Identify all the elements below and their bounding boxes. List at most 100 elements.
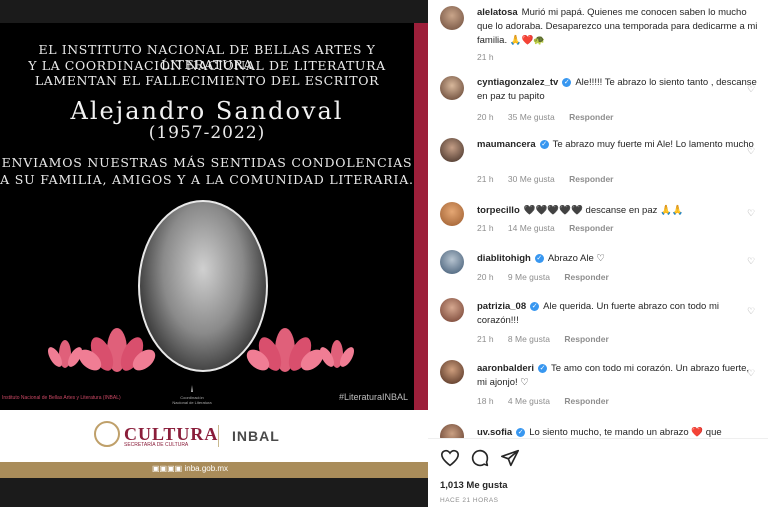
- comment-likes[interactable]: 30 Me gusta: [508, 174, 555, 184]
- reply-button[interactable]: Responder: [569, 223, 613, 233]
- post-hashtag: #LiteraturaINBAL: [338, 392, 408, 402]
- verified-badge-icon: ✓: [530, 301, 540, 311]
- comment-time[interactable]: 21 h: [477, 334, 494, 344]
- avatar[interactable]: [440, 6, 464, 30]
- comment-item: uv.sofia ✓ Lo siento mucho, te mando un ab…: [428, 424, 768, 438]
- like-comment-icon[interactable]: ♡: [747, 208, 756, 218]
- avatar[interactable]: [440, 202, 464, 226]
- comment-username[interactable]: aaronbalderi: [477, 363, 534, 374]
- like-comment-icon[interactable]: ♡: [747, 84, 756, 94]
- comment-item: maumancera ✓ Te abrazo muy fuerte mi Ale! …: [428, 138, 768, 188]
- comment-text-block: diablitohigh ✓ Abrazo Ale ♡: [477, 252, 761, 266]
- like-heart-icon[interactable]: [440, 449, 460, 467]
- cultura-subtitle: SECRETARÍA DE CULTURA: [124, 442, 189, 448]
- comment-username[interactable]: cyntiagonzalez_tv: [477, 77, 558, 88]
- comment-time[interactable]: 18 h: [477, 396, 494, 406]
- share-send-icon[interactable]: [500, 449, 520, 467]
- coordination-logo-text: Coordinación Nacional de Literatura: [172, 395, 212, 405]
- comment-likes[interactable]: 8 Me gusta: [508, 334, 550, 344]
- comment-username[interactable]: uv.sofia: [477, 427, 512, 438]
- comment-username[interactable]: alelatosa: [477, 7, 518, 18]
- deceased-name: Alejandro Sandoval: [70, 97, 344, 125]
- comment-time[interactable]: 20 h: [477, 272, 494, 282]
- comment-likes[interactable]: 14 Me gusta: [508, 223, 555, 233]
- condolence-line-1: Enviamos nuestras más sentidas condolenc…: [1, 155, 413, 170]
- avatar[interactable]: [440, 298, 464, 322]
- comment-meta: 20 h 35 Me gusta Responder: [477, 112, 625, 122]
- comment-username[interactable]: patrizia_08: [477, 301, 526, 312]
- like-comment-icon[interactable]: ♡: [747, 146, 756, 156]
- post-top-bar: [0, 0, 428, 23]
- comment-username[interactable]: diablitohigh: [477, 253, 531, 264]
- comment-meta: 18 h 4 Me gusta Responder: [477, 396, 621, 406]
- comment-meta: 20 h 9 Me gusta Responder: [477, 272, 621, 282]
- comment-likes[interactable]: 35 Me gusta: [508, 112, 555, 122]
- lotus-right-small-icon: [320, 340, 354, 368]
- comment-text-block: maumancera ✓ Te abrazo muy fuerte mi Ale! …: [477, 138, 761, 152]
- comment-body: Abrazo Ale ♡: [547, 253, 605, 264]
- reply-button[interactable]: Responder: [564, 334, 608, 344]
- avatar[interactable]: [440, 138, 464, 162]
- reply-button[interactable]: Responder: [564, 272, 608, 282]
- comment-time[interactable]: 21 h: [477, 174, 494, 184]
- logo-divider: [218, 425, 219, 447]
- verified-badge-icon: ✓: [534, 253, 544, 263]
- post-bottom-bar: [0, 478, 428, 507]
- comment-bubble-icon[interactable]: [470, 449, 490, 467]
- avatar[interactable]: [440, 76, 464, 100]
- comment-text-block: torpecillo 🖤🖤🖤🖤🖤 descanse en paz 🙏🙏: [477, 204, 761, 218]
- comment-username[interactable]: maumancera: [477, 139, 536, 150]
- comment-item: diablitohigh ✓ Abrazo Ale ♡ 20 h 9 Me gust…: [428, 250, 768, 290]
- avatar[interactable]: [440, 250, 464, 274]
- comment-meta: 21 h: [477, 52, 506, 62]
- comment-item: patrizia_08 ✓ Ale querida. Un fuerte abraz…: [428, 298, 768, 350]
- like-comment-icon[interactable]: ♡: [747, 306, 756, 316]
- comment-likes[interactable]: 4 Me gusta: [508, 396, 550, 406]
- verified-badge-icon: ✓: [516, 427, 526, 437]
- comment-body: Murió mi papá. Quienes me conocen saben …: [477, 7, 758, 46]
- like-comment-icon[interactable]: ♡: [747, 368, 756, 378]
- avatar[interactable]: [440, 360, 464, 384]
- comment-username[interactable]: torpecillo: [477, 205, 520, 216]
- comment-body: Lo siento mucho, te mando un abrazo ❤️ q…: [529, 427, 722, 438]
- comment-text-block: cyntiagonzalez_tv ✓ Ale!!!!! Te abrazo lo …: [477, 76, 761, 104]
- comment-item: cyntiagonzalez_tv ✓ Ale!!!!! Te abrazo lo …: [428, 76, 768, 126]
- website-url: inba.gob.mx: [184, 464, 229, 473]
- reply-button[interactable]: Responder: [569, 174, 613, 184]
- verified-badge-icon: ✓: [562, 77, 572, 87]
- comment-meta: 21 h 14 Me gusta Responder: [477, 223, 625, 233]
- comment-text-block: uv.sofia ✓ Lo siento mucho, te mando un ab…: [477, 426, 761, 438]
- post-header-line-3: lamentan el fallecimiento del escritor: [34, 73, 380, 88]
- social-links: ▣▣▣▣ inba.gob.mx: [152, 464, 228, 473]
- comment-time[interactable]: 21 h: [477, 52, 494, 62]
- comment-item: aaronbalderi ✓ Te amo con todo mi corazón.…: [428, 360, 768, 412]
- reply-button[interactable]: Responder: [564, 396, 608, 406]
- comment-item: alelatosa Murió mi papá. Quienes me conoc…: [428, 6, 768, 66]
- comment-body: Te abrazo muy fuerte mi Ale! Lo lamento …: [552, 139, 754, 150]
- coordination-logo: Coordinación Nacional de Literatura: [172, 384, 212, 405]
- comment-likes[interactable]: 9 Me gusta: [508, 272, 550, 282]
- like-count[interactable]: 1,013 Me gusta: [440, 480, 508, 491]
- comments-pane[interactable]: alelatosa Murió mi papá. Quienes me conoc…: [428, 0, 768, 438]
- lotus-left-small-icon: [48, 340, 82, 368]
- comment-text-block: patrizia_08 ✓ Ale querida. Un fuerte abraz…: [477, 300, 761, 328]
- comment-text-block: aaronbalderi ✓ Te amo con todo mi corazón.…: [477, 362, 761, 390]
- comment-item: torpecillo 🖤🖤🖤🖤🖤 descanse en paz 🙏🙏 21 h …: [428, 202, 768, 242]
- comment-time[interactable]: 21 h: [477, 223, 494, 233]
- seal-icon: [94, 421, 120, 447]
- comment-meta: 21 h 8 Me gusta Responder: [477, 334, 621, 344]
- post-image: El Instituto Nacional de Bellas Artes y …: [0, 0, 428, 507]
- deceased-years: (1957-2022): [148, 123, 266, 143]
- feather-icon: [191, 385, 193, 392]
- post-red-strip: [414, 23, 428, 410]
- inbal-logo: INBAL: [232, 428, 280, 444]
- comment-body: 🖤🖤🖤🖤🖤 descanse en paz 🙏🙏: [523, 205, 684, 216]
- post-time-ago: HACE 21 HORAS: [440, 497, 499, 504]
- avatar[interactable]: [440, 424, 464, 438]
- like-comment-icon[interactable]: ♡: [747, 256, 756, 266]
- reply-button[interactable]: Responder: [569, 112, 613, 122]
- verified-badge-icon: ✓: [538, 363, 548, 373]
- comment-time[interactable]: 20 h: [477, 112, 494, 122]
- verified-badge-icon: ✓: [539, 139, 549, 149]
- post-actions-bar: 1,013 Me gusta HACE 21 HORAS: [428, 438, 768, 508]
